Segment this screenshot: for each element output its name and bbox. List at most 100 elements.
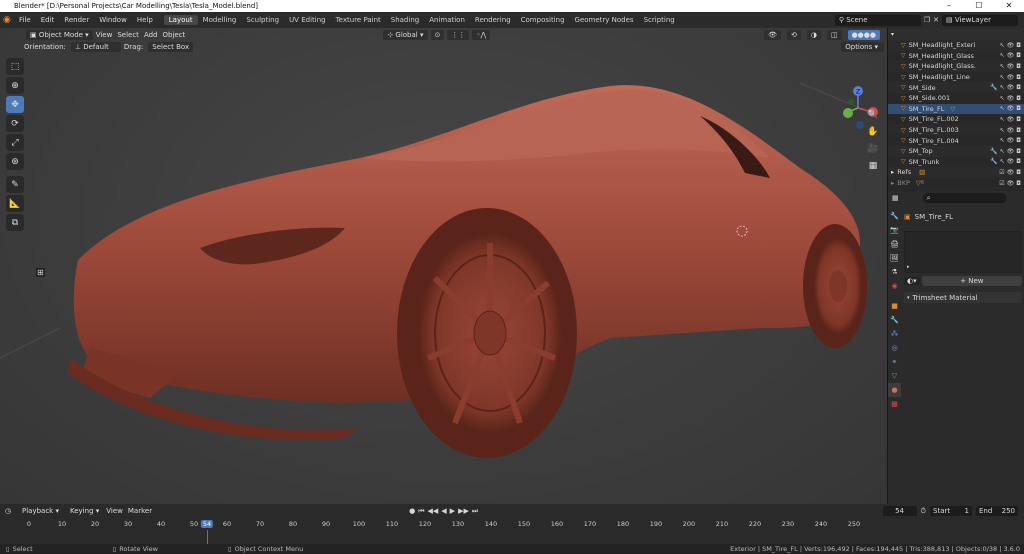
jump-end-icon[interactable]: ⏭	[472, 507, 478, 516]
constraints-tab-icon[interactable]: ⚭	[888, 355, 901, 369]
drag-selector[interactable]: Select Box	[148, 42, 194, 52]
tab-scripting[interactable]: Scripting	[639, 15, 680, 25]
material-browse-icon[interactable]: ◐▾	[904, 277, 920, 285]
camera-visibility-icon[interactable]: ◘	[1016, 74, 1021, 81]
checkbox-icon[interactable]: ☑	[999, 180, 1004, 187]
transform-orientation-selector[interactable]: ⊹ Global ▾	[383, 29, 428, 40]
menu-file[interactable]: File	[14, 16, 36, 24]
outliner-item[interactable]: ▽ SM_Top 🔧 ↖ 👁 ◘	[888, 145, 1024, 157]
tab-rendering[interactable]: Rendering	[470, 15, 516, 25]
end-frame-field[interactable]: End 250	[976, 506, 1018, 516]
current-frame-field[interactable]: 54	[882, 506, 917, 516]
play-icon[interactable]: ▶	[450, 507, 455, 516]
outliner-item[interactable]: ▽ SM_Trunk 🔧 ↖ 👁 ◘	[888, 157, 1024, 168]
outliner-item[interactable]: ▽ SM_Side.001 ↖ 👁 ◘	[888, 93, 1024, 104]
camera-visibility-icon[interactable]: ◘	[1016, 105, 1021, 112]
eye-icon[interactable]: 👁	[1007, 105, 1015, 112]
select-icon[interactable]: ↖	[1000, 148, 1005, 155]
menu-view[interactable]: View	[96, 31, 113, 39]
tab-layout[interactable]: Layout	[163, 15, 198, 25]
camera-visibility-icon[interactable]: ◘	[1016, 116, 1021, 123]
properties-editor-icon[interactable]: ▦	[892, 194, 899, 202]
properties-search-input[interactable]: ⌕	[922, 193, 1007, 203]
outliner-item[interactable]: ▽ SM_Tire_FL.002 ↖ 👁 ◘	[888, 114, 1024, 125]
pivot-icon[interactable]: ⊙	[430, 29, 445, 40]
tab-uv-editing[interactable]: UV Editing	[284, 15, 331, 25]
prev-key-icon[interactable]: ◀◀	[428, 507, 439, 516]
select-icon[interactable]: ↖	[1000, 116, 1005, 123]
camera-visibility-icon[interactable]: ◘	[1016, 52, 1021, 59]
proportional-edit-icon[interactable]: ◦⋀	[472, 29, 491, 40]
remove-icon[interactable]: ✕	[933, 16, 939, 24]
camera-visibility-icon[interactable]: ◘	[1016, 148, 1021, 155]
tool-tab-icon[interactable]: 🔧	[888, 209, 901, 223]
outliner-item-selected[interactable]: ▽ SM_Tire_FL ▽ ↖ 👁 ◘	[888, 103, 1024, 115]
blender-logo-icon[interactable]: ◉	[0, 15, 14, 25]
select-icon[interactable]: ↖	[1000, 137, 1005, 144]
eye-icon[interactable]: 👁	[1007, 42, 1015, 49]
y-axis-icon[interactable]	[843, 108, 853, 118]
camera-visibility-icon[interactable]: ◘	[1016, 180, 1021, 187]
eye-icon[interactable]: 👁	[1007, 148, 1015, 155]
timeline-marker-menu[interactable]: Marker	[128, 507, 152, 515]
select-icon[interactable]: ↖	[1000, 74, 1005, 81]
outliner-item[interactable]: ▽ SM_Headlight_Glass. ↖ 👁 ◘	[888, 61, 1024, 72]
camera-visibility-icon[interactable]: ◘	[1016, 84, 1021, 91]
playback-menu[interactable]: Playback ▾	[18, 506, 63, 516]
move-tool-icon[interactable]: ✥	[6, 96, 24, 113]
menu-window[interactable]: Window	[94, 16, 132, 24]
outliner-item[interactable]: ▽ SM_Tire_FL.003 ↖ 👁 ◘	[888, 124, 1024, 136]
eye-icon[interactable]: 👁	[1007, 95, 1015, 102]
scale-tool-icon[interactable]: ⤢	[6, 134, 24, 151]
grid-icon[interactable]: ▦	[866, 159, 880, 173]
tab-texture-paint[interactable]: Texture Paint	[331, 15, 386, 25]
camera-visibility-icon[interactable]: ◘	[1016, 169, 1021, 176]
select-icon[interactable]: ↖	[1000, 158, 1005, 165]
menu-add[interactable]: Add	[144, 31, 158, 39]
measure-tool-icon[interactable]: 📐	[6, 195, 24, 212]
eye-icon[interactable]: 👁	[1007, 158, 1015, 165]
close-button[interactable]: ✕	[994, 0, 1024, 12]
eye-icon[interactable]: 👁	[1007, 74, 1015, 81]
particles-tab-icon[interactable]: ⁂	[888, 327, 901, 341]
texture-tab-icon[interactable]: ▩	[888, 397, 901, 411]
eye-icon[interactable]: 👁	[1007, 116, 1015, 123]
options-button[interactable]: Options ▾	[841, 42, 884, 52]
play-reverse-icon[interactable]: ◀	[441, 507, 446, 516]
overlay-icon[interactable]: ◑	[806, 29, 821, 40]
timeline-view-menu[interactable]: View	[106, 507, 123, 515]
menu-render[interactable]: Render	[59, 16, 94, 24]
material-slots-list[interactable]: ▸	[904, 231, 1022, 273]
material-tab-icon[interactable]: ●	[888, 383, 901, 397]
record-icon[interactable]: ●	[409, 507, 415, 516]
eye-icon[interactable]: 👁	[1007, 84, 1015, 91]
tab-sculpting[interactable]: Sculpting	[241, 15, 284, 25]
camera-visibility-icon[interactable]: ◘	[1016, 42, 1021, 49]
eye-icon[interactable]: 👁	[1007, 52, 1015, 59]
add-cube-tool-icon[interactable]: ⧉	[6, 214, 24, 231]
rotate-tool-icon[interactable]: ⟳	[6, 115, 24, 132]
select-icon[interactable]: ↖	[1000, 127, 1005, 134]
maximize-button[interactable]: ☐	[964, 0, 994, 12]
camera-icon[interactable]: 🎥	[866, 142, 880, 156]
start-frame-field[interactable]: Start 1	[930, 506, 972, 516]
physics-tab-icon[interactable]: ◎	[888, 341, 901, 355]
scene-tab-icon[interactable]: ⚗	[888, 265, 901, 279]
camera-visibility-icon[interactable]: ◘	[1016, 95, 1021, 102]
outliner-item[interactable]: ▽ SM_Headlight_Line ↖ 👁 ◘	[888, 72, 1024, 83]
shading-solid-icon[interactable]: ●●●●	[847, 29, 880, 40]
copy-icon[interactable]: ❐	[924, 16, 930, 24]
outliner-collection[interactable]: ▸ BKP ▽ 6 ☑ 👁 ◘	[888, 178, 1024, 189]
transform-tool-icon[interactable]: ⊛	[6, 153, 24, 170]
select-icon[interactable]: ↖	[1000, 95, 1005, 102]
neg-y-axis-icon[interactable]	[848, 99, 854, 105]
object-tab-icon[interactable]: ■	[888, 299, 901, 313]
cursor-tool-icon[interactable]: ⊕	[6, 77, 24, 94]
3d-viewport[interactable]: ▣ Object Mode ▾ View Select Add Object ⊹…	[0, 28, 887, 504]
checkbox-icon[interactable]: ☑	[999, 169, 1004, 176]
outliner-item[interactable]: ▽ SM_Headlight_Glass ↖ 👁 ◘	[888, 51, 1024, 62]
render-tab-icon[interactable]: 📷	[888, 223, 901, 237]
outliner-item[interactable]: ▽ SM_Tire_FL.004 ↖ 👁 ◘	[888, 135, 1024, 146]
data-tab-icon[interactable]: ▽	[888, 369, 901, 383]
camera-visibility-icon[interactable]: ◘	[1016, 158, 1021, 165]
